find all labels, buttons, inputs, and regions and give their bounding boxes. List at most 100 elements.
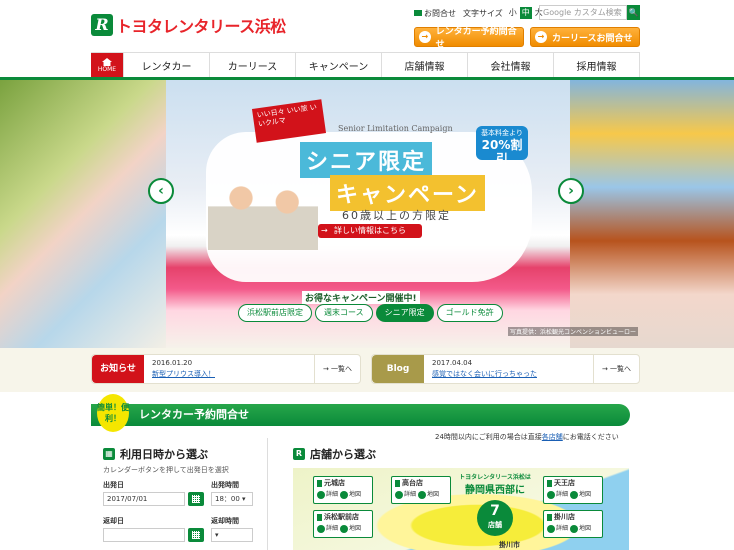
map-callout: トヨタレンタリース浜松は 静岡県西部に 7 店舗 [453, 472, 537, 536]
shop-tenno[interactable]: 天王店 詳細 地図 [543, 476, 603, 504]
map-label: 地図 [579, 491, 592, 498]
hero-pills: 浜松駅前店限定 週末コース シニア限定 ゴールド免許 [238, 304, 503, 322]
store-count: 7 [490, 503, 500, 519]
news-tag: お知らせ [92, 355, 144, 383]
news-box: お知らせ 2016.01.20 新型プリウス導入！ → 一覧へ [91, 354, 361, 384]
shop-hamamatsu-ekimae[interactable]: 浜松駅前店 詳細 地図 [313, 510, 373, 538]
nav-stores[interactable]: 店舗情報 [381, 53, 467, 78]
font-size-label: 文字サイズ [463, 8, 503, 18]
hero-photo-right [570, 80, 734, 348]
map-label: 地図 [427, 491, 440, 498]
news-body: 2016.01.20 新型プリウス導入！ [144, 358, 304, 380]
utility-bar: お問合せ 文字サイズ 小 中 大 [414, 7, 545, 19]
news-more-button[interactable]: → 一覧へ [314, 355, 360, 383]
arrow-right-icon: → [535, 31, 547, 43]
font-size-medium[interactable]: 中 [519, 7, 532, 19]
depart-time-select[interactable]: 18：00 ▾ [211, 492, 253, 506]
detail-label: 詳細 [556, 491, 569, 498]
site-logo[interactable]: R トヨタレンタリース浜松 [91, 13, 286, 37]
nav-company[interactable]: 会社情報 [467, 53, 553, 78]
detail-button[interactable]: 詳細 [317, 490, 338, 499]
nav-home-label: HOME [97, 66, 117, 73]
store-count-suffix: 店舗 [488, 521, 502, 529]
return-date-label: 返却日 [103, 517, 124, 525]
detail-label: 詳細 [326, 491, 339, 498]
map-button[interactable]: 地図 [570, 490, 591, 499]
blog-link[interactable]: 感覚ではなく会いに行っちゃった [432, 369, 584, 380]
slide-pill-senior[interactable]: シニア限定 [375, 304, 434, 322]
prev-slide-icon[interactable]: ‹ [148, 178, 174, 204]
depart-calendar-icon[interactable] [188, 492, 204, 506]
lease-contact-button[interactable]: → カーリースお問合せ [530, 27, 640, 47]
nav-rentacar[interactable]: レンタカー [123, 53, 209, 78]
notice-stores-link[interactable]: 各店舗 [542, 433, 563, 441]
blog-tag: Blog [372, 355, 424, 383]
news-bar: お知らせ 2016.01.20 新型プリウス導入！ → 一覧へ Blog 201… [0, 348, 734, 392]
shop-name: 高台店 [392, 477, 450, 490]
lease-contact-label: カーリースお問合せ [552, 33, 633, 44]
shop-name: 掛川店 [544, 511, 602, 524]
nav-campaign[interactable]: キャンペーン [295, 53, 381, 78]
logo-text: トヨタレンタリース浜松 [116, 13, 286, 37]
detail-button[interactable]: 詳細 [547, 490, 568, 499]
logo-mark: R [91, 14, 113, 36]
map-button[interactable]: 地図 [418, 490, 439, 499]
font-size-small[interactable]: 小 [507, 7, 519, 19]
search-icon[interactable]: 🔍 [627, 5, 640, 20]
blog-date: 2017.04.04 [432, 359, 473, 367]
return-date-field[interactable] [103, 528, 185, 542]
map-button[interactable]: 地図 [340, 524, 361, 533]
news-date: 2016.01.20 [152, 359, 193, 367]
news-link[interactable]: 新型プリウス導入！ [152, 369, 304, 380]
detail-button[interactable]: 詳細 [395, 490, 416, 499]
reservation-notice: 24時間以内にご利用の場合は直接各店舗にお電話ください [435, 432, 619, 442]
nav-home[interactable]: HOME [91, 53, 123, 78]
next-slide-icon[interactable]: › [558, 178, 584, 204]
badge-line-1: 基本料金より [481, 129, 523, 137]
global-nav: HOME レンタカー カーリース キャンペーン 店舗情報 会社情報 採用情報 [91, 52, 640, 78]
header: R トヨタレンタリース浜松 お問合せ 文字サイズ 小 中 大 Google カス… [0, 0, 734, 52]
hero-detail-button[interactable]: 詳しい情報はこちら [318, 224, 422, 238]
blog-body: 2017.04.04 感覚ではなく会いに行っちゃった [424, 358, 584, 380]
panel-divider [267, 438, 268, 550]
map-pin-label: 掛川市 [499, 541, 520, 549]
hero-slider: いい日々 いい旅 いいクルマ Senior Limitation Campaig… [0, 80, 734, 348]
detail-button[interactable]: 詳細 [317, 524, 338, 533]
map-label: 地図 [349, 525, 362, 532]
reservation-section: レンタカー予約問合せ 簡単！便利！ 24時間以内にご利用の場合は直接各店舗にお電… [91, 392, 640, 550]
map-button[interactable]: 地図 [340, 490, 361, 499]
detail-label: 詳細 [326, 525, 339, 532]
nav-recruit[interactable]: 採用情報 [553, 53, 640, 78]
search-input[interactable]: Google カスタム検索 [539, 5, 627, 20]
slide-pill-ekimae[interactable]: 浜松駅前店限定 [238, 304, 312, 322]
return-time-select[interactable]: ▾ [211, 528, 253, 542]
badge-line-2: 20%割引 [481, 138, 523, 166]
hero-title-2: キャンペーン [330, 175, 485, 211]
contact-link[interactable]: お問合せ [414, 8, 456, 19]
rental-reserve-button[interactable]: → レンタカー予約問合せ [414, 27, 524, 50]
shop-name: 元城店 [314, 477, 372, 490]
store-panel-title: R 店舗から選ぶ [293, 446, 376, 462]
blog-more-button[interactable]: → 一覧へ [593, 355, 639, 383]
rental-reserve-label: レンタカー予約問合せ [435, 27, 517, 50]
depart-date-field[interactable]: 2017/07/01 [103, 492, 185, 506]
detail-button[interactable]: 詳細 [547, 524, 568, 533]
slide-pill-weekend[interactable]: 週末コース [315, 304, 373, 322]
shop-motoshiro[interactable]: 元城店 詳細 地図 [313, 476, 373, 504]
return-calendar-icon[interactable] [188, 528, 204, 542]
contact-label: お問合せ [424, 8, 456, 18]
home-icon [102, 58, 112, 66]
hero-photo-left [0, 80, 166, 348]
map-button[interactable]: 地図 [570, 524, 591, 533]
calendar-hint: カレンダーボタンを押して出発日を選択 [103, 466, 229, 474]
news-more-label: 一覧へ [331, 365, 353, 373]
calendar-icon: ▦ [103, 448, 115, 460]
reservation-header: レンタカー予約問合せ [91, 404, 630, 426]
hero-title-1: シニア限定 [300, 142, 433, 178]
nav-carlease[interactable]: カーリース [209, 53, 295, 78]
shop-kakegawa[interactable]: 掛川店 詳細 地図 [543, 510, 603, 538]
brand-name: トヨタレンタリース [116, 17, 255, 36]
slide-pill-gold[interactable]: ゴールド免許 [436, 304, 503, 322]
discount-badge: 基本料金より 20%割引 [476, 126, 528, 166]
shop-takadai[interactable]: 高台店 詳細 地図 [391, 476, 451, 504]
